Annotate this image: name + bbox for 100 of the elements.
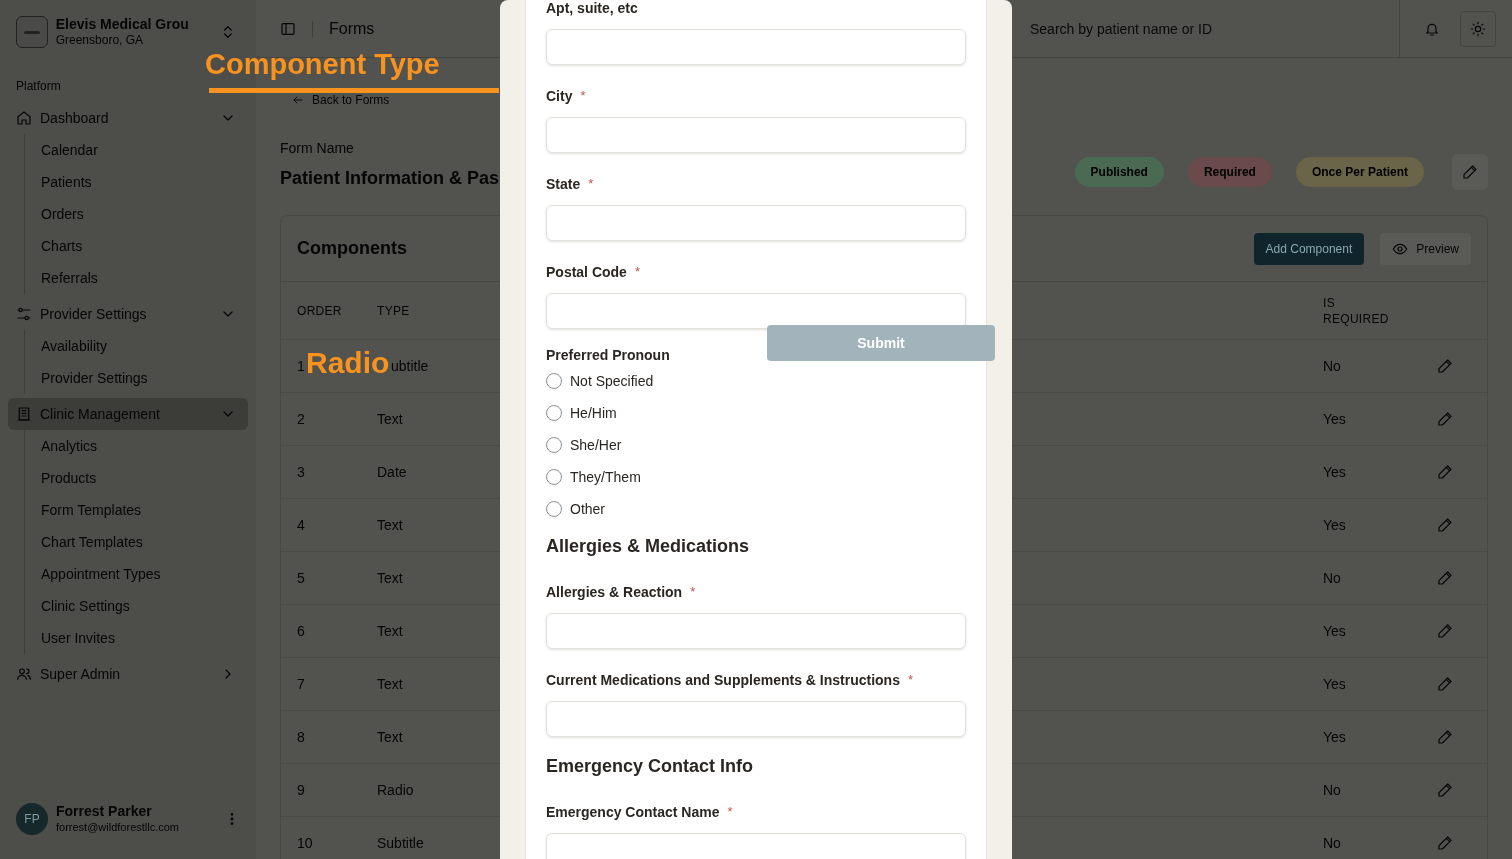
logo-icon [16,16,48,48]
form-name-label: Form Name [280,139,354,158]
nav-group-item[interactable]: Dashboard [8,102,248,134]
nav-item[interactable]: Analytics [41,430,98,462]
radio-label: They/Them [570,467,641,487]
table-cell-text: No [1323,356,1341,376]
table-cell-text: 9 [297,780,305,800]
edit-form-button[interactable] [1452,154,1488,190]
field-label: Emergency Contact Name [546,804,720,820]
nav-item[interactable]: Availability [41,330,107,362]
table-cell-text: Yes [1323,462,1346,482]
edit-row-button[interactable] [1437,729,1453,745]
submit-button[interactable]: Submit [767,325,995,361]
input-field[interactable] [546,117,966,153]
edit-row-button[interactable] [1437,676,1453,692]
input-field[interactable] [546,613,966,649]
column-header: TYPE [377,302,410,320]
nav-group-item[interactable]: Provider Settings [8,298,248,330]
edit-row-button[interactable] [1437,782,1453,798]
back-link[interactable]: Back to Forms [292,94,390,106]
users-icon [16,666,32,682]
field-label: Apt, suite, etc [546,0,638,16]
nav-item[interactable]: Calendar [41,134,98,166]
table-cell-text: 5 [297,568,305,588]
radio-button[interactable] [546,469,562,485]
add-component-button[interactable]: Add Component [1253,232,1365,265]
nav-item[interactable]: Charts [41,230,83,262]
radio-button[interactable] [546,405,562,421]
table-cell-text: Text [377,727,403,747]
table-cell-text: Text [377,515,403,535]
table-cell-text: ubtitle [391,356,429,376]
table-cell-text: 2 [297,409,305,429]
table-cell-text: Yes [1323,409,1346,429]
preview-button[interactable]: Preview [1380,232,1471,265]
pencil-icon [1437,411,1453,427]
edit-row-button[interactable] [1437,517,1453,533]
pencil-icon [1462,164,1478,180]
input-field[interactable] [546,701,966,737]
nav-item[interactable]: Chart Templates [41,526,143,558]
pencil-icon [1437,517,1453,533]
form-name: Patient Information & Pas [280,167,500,190]
arrow-left-icon [292,94,304,106]
user-avatar: FP [16,803,48,835]
field-label: Allergies & Reaction [546,584,683,600]
required-mark: * [727,804,733,820]
table-cell-text: Text [377,621,403,641]
pencil-icon [1437,835,1453,851]
pencil-icon [1437,570,1453,586]
field-label: Preferred Pronoun [546,347,670,363]
table-cell-text: No [1323,780,1341,800]
table-cell-text: Yes [1323,621,1346,641]
nav-group-item[interactable]: Super Admin [8,658,248,690]
edit-row-button[interactable] [1437,358,1453,374]
org-name: Elevis Medical Grou [55,16,190,32]
table-cell-text: 8 [297,727,305,747]
column-header: IS REQUIRED [1323,294,1390,327]
table-cell-text: Text [377,409,403,429]
pencil-icon [1437,729,1453,745]
required-mark: * [580,88,586,104]
search-field[interactable]: Search by patient name or ID [1030,0,1400,58]
nav-item[interactable]: User Invites [41,622,115,654]
radio-button[interactable] [546,373,562,389]
nav-item[interactable]: Appointment Types [41,558,161,590]
radio-label: Not Specified [570,371,654,391]
edit-row-button[interactable] [1437,623,1453,639]
section-label: Platform [15,78,62,95]
nav-item[interactable]: Form Templates [41,494,142,526]
field-label: Postal Code [546,264,627,280]
table-cell-text: Subtitle [377,833,424,853]
input-field[interactable] [546,205,966,241]
table-cell-text: No [1323,833,1341,853]
edit-row-button[interactable] [1437,411,1453,427]
edit-row-button[interactable] [1437,835,1453,851]
table-cell-text: No [1323,568,1341,588]
nav-item[interactable]: Patients [41,166,92,198]
edit-row-button[interactable] [1437,570,1453,586]
nav-item[interactable]: Referrals [41,262,98,294]
radio-label: He/Him [570,403,617,423]
input-field[interactable] [546,833,966,859]
required-mark: * [634,264,640,280]
field-label: Current Medications and Supplements & Instructions [546,672,900,688]
input-field[interactable] [546,29,966,65]
table-cell-text: 3 [297,462,305,482]
section-heading: Emergency Contact Info [546,755,754,778]
table-cell-text: 4 [297,515,305,535]
radio-button[interactable] [546,501,562,517]
nav-item[interactable]: Clinic Settings [41,590,130,622]
card-title: Components [297,237,407,260]
nav-item[interactable]: Orders [41,198,84,230]
field-label: City [546,88,573,104]
sun-icon [1470,20,1486,37]
radio-button[interactable] [546,437,562,453]
pencil-icon [1437,464,1453,480]
theme-toggle-button[interactable] [1460,10,1496,47]
status-badge: Once Per Patient [1295,157,1424,187]
sidebar-toggle-icon[interactable] [280,20,296,37]
edit-row-button[interactable] [1437,464,1453,480]
nav-item[interactable]: Provider Settings [41,362,148,394]
table-cell-text: Yes [1323,674,1346,694]
nav-item[interactable]: Products [41,462,97,494]
